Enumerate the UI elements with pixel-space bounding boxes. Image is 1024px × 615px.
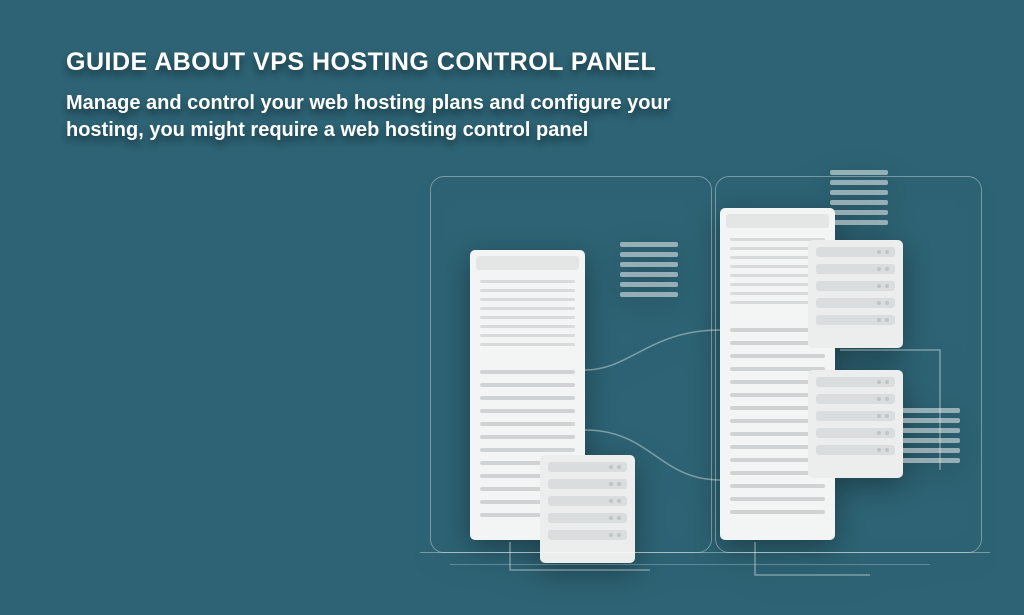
page-subtitle: Manage and control your web hosting plan…: [66, 90, 686, 144]
server-rack-icon: [540, 455, 635, 563]
louver-stack-icon: [620, 242, 678, 302]
server-illustration: [420, 170, 1000, 610]
page-title: GUIDE ABOUT VPS HOSTING CONTROL PANEL: [66, 48, 656, 77]
ground-line: [450, 564, 930, 565]
server-rack-icon: [808, 240, 903, 348]
server-rack-icon: [808, 370, 903, 478]
ground-line: [420, 552, 990, 553]
louver-stack-icon: [902, 408, 960, 468]
louver-stack-icon: [830, 170, 888, 230]
